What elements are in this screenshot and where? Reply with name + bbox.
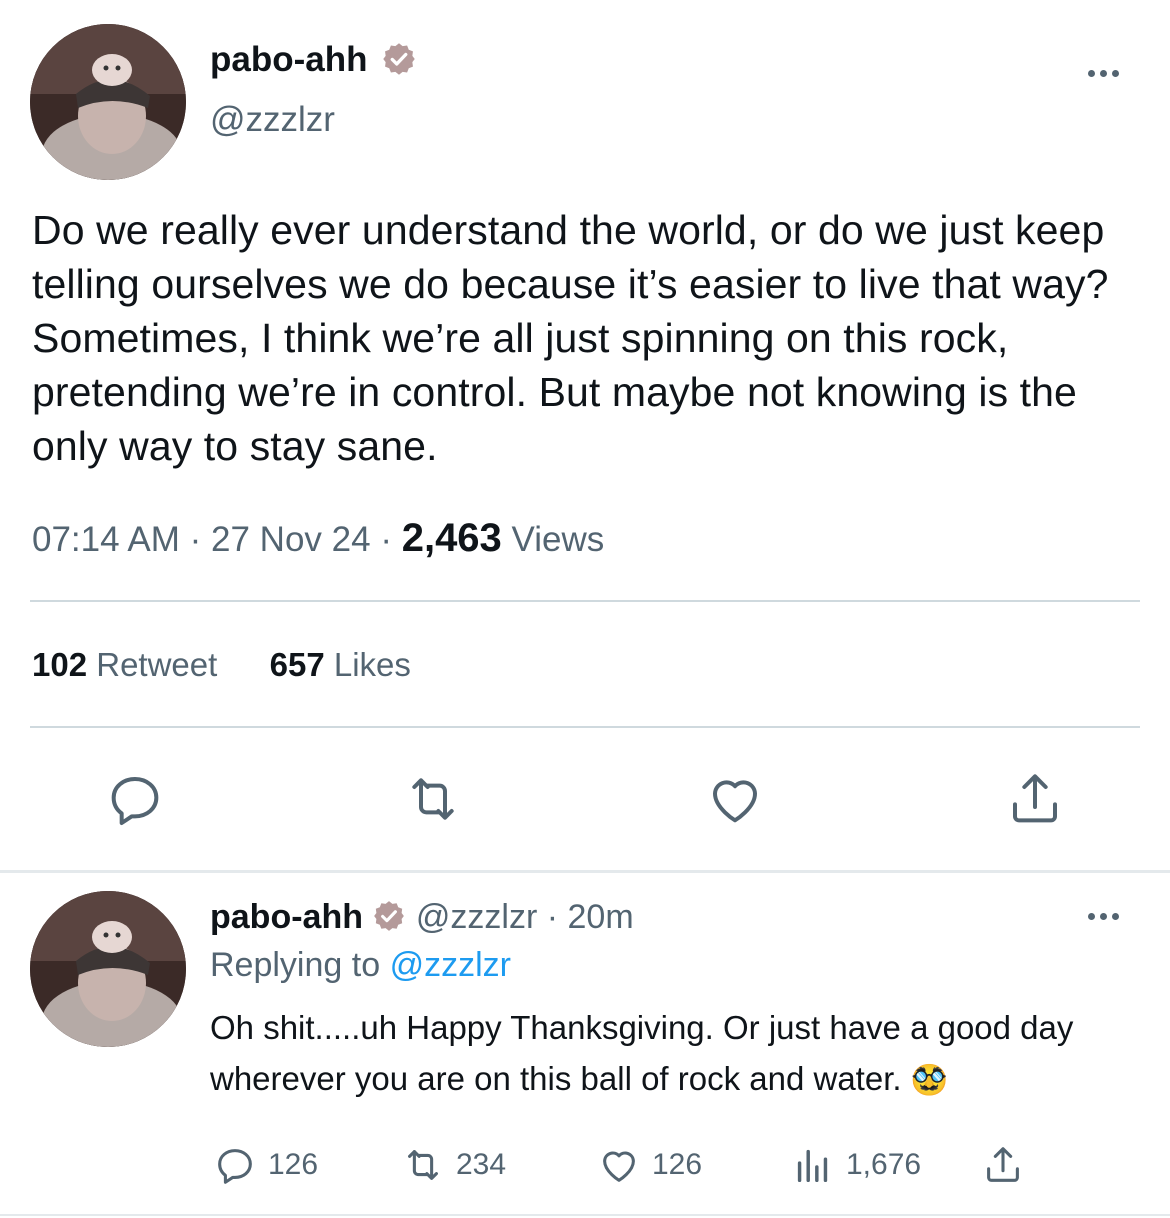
retweet-count: 234 bbox=[456, 1148, 507, 1181]
likes-count: 657 bbox=[269, 646, 325, 683]
reply-header: pabo-ahh @zzzlzr · 20m bbox=[210, 898, 634, 937]
reply-action-bar: 126 234 126 1,676 bbox=[0, 1142, 1170, 1192]
engagement-counts: 102 Retweet 657 Likes bbox=[32, 646, 411, 684]
avatar-image bbox=[30, 891, 186, 1047]
share-icon bbox=[987, 1147, 1019, 1182]
retweet-button[interactable] bbox=[401, 767, 465, 831]
author-name[interactable]: pabo-ahh bbox=[210, 40, 417, 80]
replying-to: Replying to @zzzlzr bbox=[210, 946, 511, 985]
author-name-text[interactable]: pabo-ahh bbox=[210, 40, 367, 79]
reply-share-button[interactable] bbox=[980, 1142, 1026, 1188]
verified-badge-icon bbox=[374, 901, 405, 931]
reply-reply-button[interactable]: 126 bbox=[212, 1142, 318, 1188]
divider bbox=[30, 726, 1140, 728]
author-handle[interactable]: @zzzlzr bbox=[210, 100, 335, 140]
reply-count: 126 bbox=[268, 1148, 319, 1181]
tweet-date[interactable]: 27 Nov 24 bbox=[211, 520, 371, 559]
reply-text: Oh shit.....uh Happy Thanksgiving. Or ju… bbox=[210, 1002, 1150, 1106]
likes-label: Likes bbox=[333, 646, 411, 683]
reply-more-options-icon[interactable] bbox=[1088, 913, 1119, 920]
retweet-icon bbox=[408, 1150, 438, 1180]
author-avatar[interactable] bbox=[30, 24, 186, 180]
reply-author-avatar[interactable] bbox=[30, 891, 186, 1047]
meta-separator: · bbox=[189, 520, 202, 559]
like-icon bbox=[603, 1151, 635, 1182]
reply-like-button[interactable]: 126 bbox=[596, 1142, 702, 1188]
section-divider bbox=[0, 1214, 1170, 1216]
meta-separator: · bbox=[546, 898, 559, 936]
replying-to-mention[interactable]: @zzzlzr bbox=[390, 946, 511, 984]
reply-author-handle[interactable]: @zzzlzr bbox=[416, 898, 537, 936]
divider bbox=[30, 600, 1140, 602]
disguise-emoji-icon: 🥸 bbox=[910, 1064, 949, 1097]
reply-retweet-button[interactable]: 234 bbox=[400, 1142, 506, 1188]
retweets-stat[interactable]: 102 Retweet bbox=[32, 646, 226, 683]
replying-to-label: Replying to bbox=[210, 946, 381, 984]
reply-button[interactable] bbox=[103, 767, 167, 831]
tweet-meta: 07:14 AM · 27 Nov 24 · 2,463 Views bbox=[32, 516, 604, 561]
reply-icon bbox=[218, 1149, 252, 1184]
view-count: 1,676 bbox=[846, 1148, 922, 1181]
share-icon bbox=[1013, 774, 1057, 823]
section-divider bbox=[0, 870, 1170, 873]
reply-author-name[interactable]: pabo-ahh bbox=[210, 898, 363, 936]
like-icon bbox=[713, 780, 757, 823]
views-count: 2,463 bbox=[401, 516, 502, 560]
retweet-count: 102 bbox=[32, 646, 88, 683]
share-button[interactable] bbox=[1003, 767, 1067, 831]
like-button[interactable] bbox=[703, 767, 767, 831]
more-options-icon[interactable] bbox=[1088, 70, 1119, 77]
reply-views-button[interactable]: 1,676 bbox=[790, 1142, 921, 1188]
tweet-text: Do we really ever understand the world, … bbox=[32, 207, 1109, 469]
avatar-image bbox=[30, 24, 186, 180]
retweet-label: Retweet bbox=[96, 646, 218, 683]
like-count: 126 bbox=[652, 1148, 703, 1181]
views-label: Views bbox=[511, 520, 605, 559]
reply-time-ago[interactable]: 20m bbox=[568, 898, 634, 936]
verified-badge-icon bbox=[383, 43, 415, 75]
tweet-time[interactable]: 07:14 AM bbox=[32, 520, 180, 559]
meta-separator: · bbox=[380, 520, 392, 559]
views-chart-icon bbox=[797, 1149, 828, 1183]
reply-icon bbox=[111, 777, 159, 825]
retweet-icon bbox=[412, 778, 454, 820]
likes-stat[interactable]: 657 Likes bbox=[270, 646, 411, 683]
